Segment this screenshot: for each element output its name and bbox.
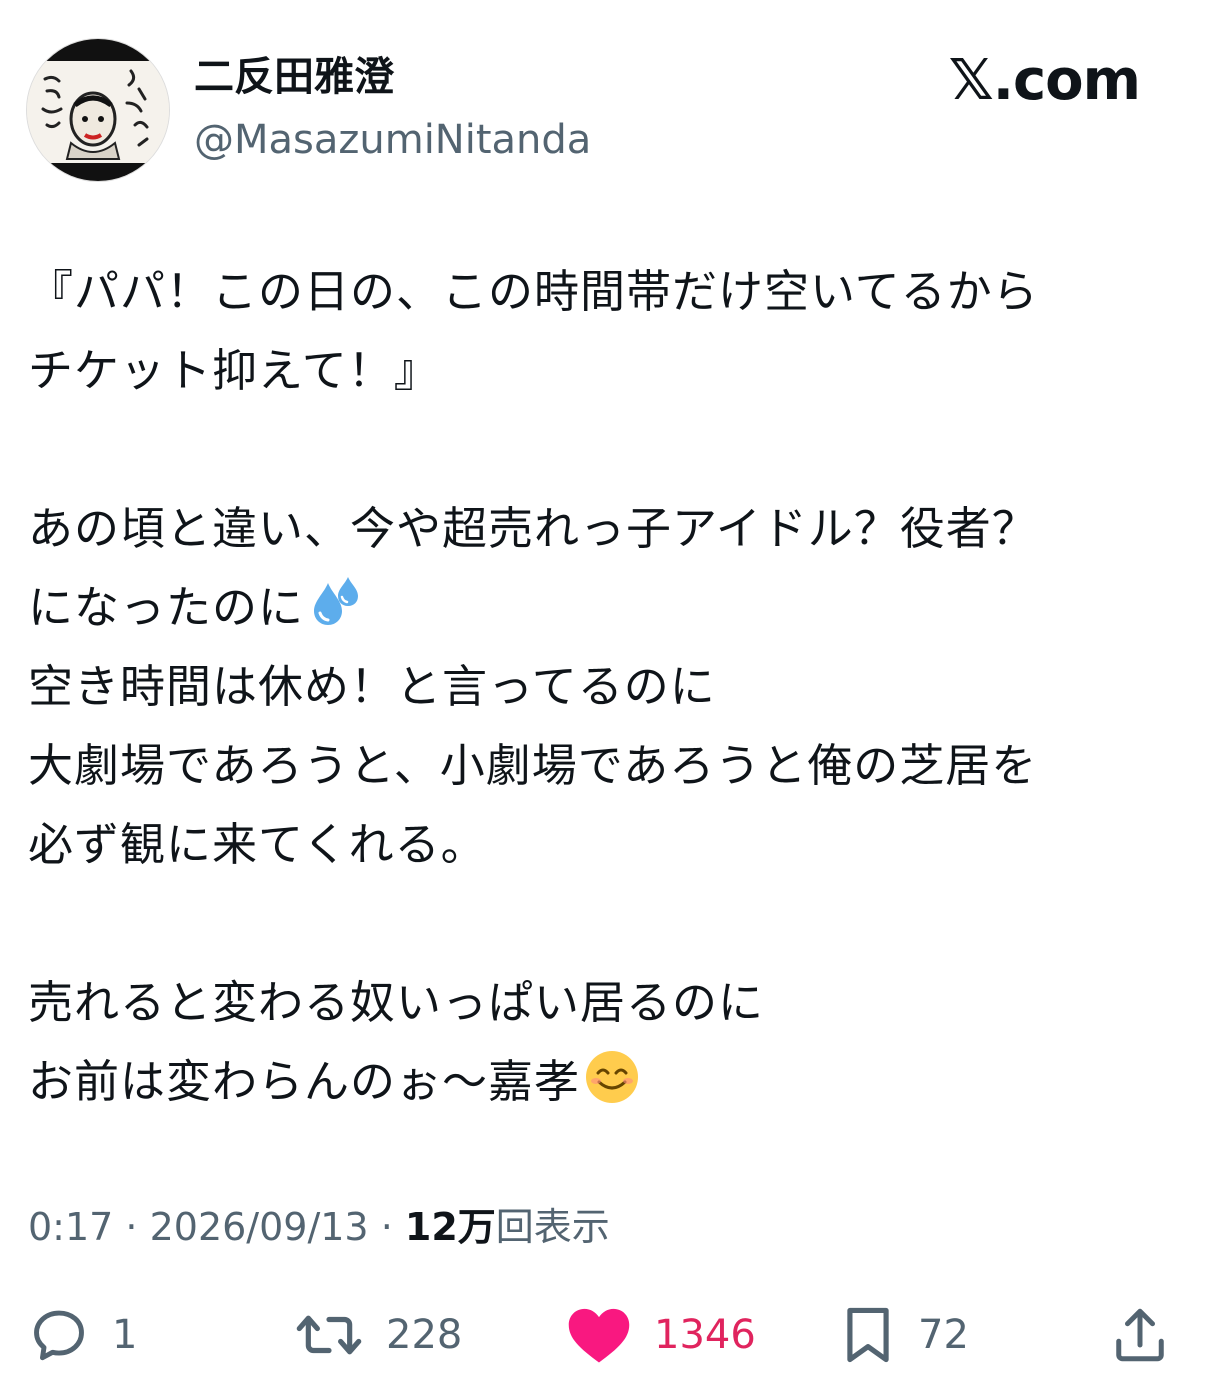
retweet-icon — [294, 1304, 364, 1366]
retweet-count: 228 — [386, 1312, 463, 1358]
tweet-line-text: お前は変わらんのぉ〜嘉孝 — [28, 1055, 581, 1108]
meta-separator: · — [113, 1205, 150, 1249]
tweet-line: チケット抑えて！』 — [28, 344, 440, 397]
x-com-brand: 𝕏.com — [948, 48, 1141, 114]
tweet-line: 空き時間は休め！と言ってるのに — [28, 660, 716, 713]
tweet-actions: 1 228 1346 72 — [28, 1300, 1178, 1370]
bookmark-button[interactable]: 72 — [840, 1300, 969, 1370]
like-count: 1346 — [654, 1312, 756, 1358]
retweet-button[interactable]: 228 — [294, 1300, 462, 1370]
sweat-droplets-emoji-icon — [314, 577, 359, 625]
views-count[interactable]: 12万 — [405, 1205, 496, 1249]
tweet-line: あの頃と違い、今や超売れっ子アイドル？役者？ — [28, 502, 1038, 555]
x-logo-icon: 𝕏 — [948, 48, 994, 113]
tweet-meta: 0:17 · 2026/09/13 · 12万回表示 — [28, 1202, 610, 1252]
avatar-image — [27, 39, 169, 181]
tweet-time[interactable]: 0:17 — [28, 1205, 113, 1249]
tweet-line-text: になったのに — [28, 581, 305, 634]
author-display-name[interactable]: 二反田雅澄 — [194, 52, 591, 102]
tweet-line-with-emoji: お前は変わらんのぉ〜嘉孝 — [28, 1042, 1178, 1121]
share-icon — [1110, 1304, 1170, 1366]
tweet-date[interactable]: 2026/09/13 — [150, 1205, 369, 1249]
tweet-line: 大劇場であろうと、小劇場であろうと俺の芝居を — [28, 739, 1038, 792]
meta-separator: · — [368, 1205, 405, 1249]
smiling-face-emoji-icon — [586, 1051, 639, 1103]
tweet-line: 必ず観に来てくれる。 — [28, 818, 487, 871]
heart-icon — [566, 1304, 632, 1366]
avatar[interactable] — [26, 38, 170, 182]
author-handle[interactable]: @MasazumiNitanda — [194, 114, 591, 166]
tweet-line: 売れると変わる奴いっぱい居るのに — [28, 976, 765, 1029]
views-label: 回表示 — [495, 1205, 610, 1249]
brand-domain: .com — [992, 48, 1141, 113]
like-button[interactable]: 1346 — [566, 1300, 756, 1370]
tweet-line: 『パパ！この日の、この時間帯だけ空いてるから — [28, 265, 1039, 318]
reply-count: 1 — [112, 1312, 138, 1358]
share-button[interactable] — [1110, 1300, 1170, 1370]
tweet-text: 『パパ！この日の、この時間帯だけ空いてるから チケット抑えて！』 あの頃と違い、… — [28, 252, 1178, 1121]
bookmark-icon — [840, 1304, 896, 1366]
reply-button[interactable]: 1 — [28, 1300, 137, 1370]
reply-icon — [28, 1304, 90, 1366]
tweet-header: 二反田雅澄 @MasazumiNitanda 𝕏.com — [26, 38, 1180, 182]
tweet-line-with-emoji: になったのに — [28, 568, 1178, 647]
bookmark-count: 72 — [918, 1312, 969, 1358]
